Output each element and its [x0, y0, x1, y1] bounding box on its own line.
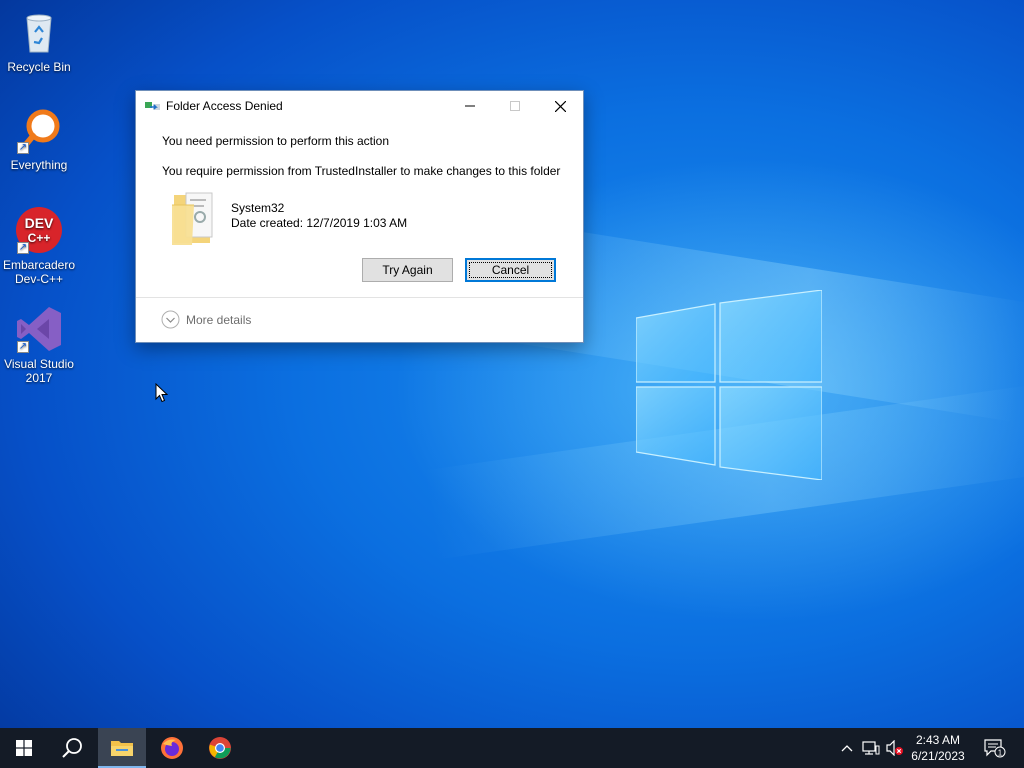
desktop: Recycle Bin ↗ Everything DEV C++ ↗ Embar… — [0, 0, 1024, 728]
desktop-icon-visual-studio[interactable]: ↗ Visual Studio 2017 — [1, 305, 77, 385]
shortcut-arrow-icon: ↗ — [17, 142, 29, 154]
folder-name: System32 — [231, 201, 285, 215]
mouse-cursor-icon — [155, 383, 168, 403]
start-icon — [16, 740, 32, 756]
desktop-icon-recycle-bin[interactable]: Recycle Bin — [1, 8, 77, 74]
desktop-icon-label: Recycle Bin — [7, 60, 71, 74]
notification-icon: 1 — [984, 739, 1006, 758]
close-button[interactable] — [537, 91, 583, 121]
firefox-icon — [161, 737, 183, 759]
maximize-button — [492, 91, 538, 121]
dialog-divider — [136, 297, 583, 298]
volume-button[interactable] — [886, 739, 904, 757]
permission-message: You need permission to perform this acti… — [162, 134, 390, 148]
search-icon — [62, 738, 82, 758]
desktop-icon-everything[interactable]: ↗ Everything — [1, 106, 77, 172]
action-center-button[interactable]: 1 — [983, 739, 1007, 758]
taskbar-clock[interactable]: 2:43 AM 6/21/2023 — [905, 732, 971, 764]
chrome-icon — [209, 737, 231, 759]
taskbar-firefox[interactable] — [148, 728, 196, 768]
desktop-icon-label: Embarcadero — [2, 258, 76, 272]
minimize-button[interactable] — [447, 91, 493, 121]
folder-access-denied-dialog: Folder Access Denied You need permission… — [135, 90, 584, 343]
taskbar-chrome[interactable] — [196, 728, 244, 768]
more-details-label: More details — [186, 312, 252, 327]
recycle-bin-icon — [26, 14, 52, 53]
shortcut-arrow-icon: ↗ — [17, 341, 29, 353]
network-button[interactable] — [862, 739, 880, 757]
minimize-icon — [465, 105, 475, 107]
clock-date: 6/21/2023 — [911, 749, 965, 763]
close-icon — [554, 100, 566, 112]
devcpp-logo-text: C++ — [28, 231, 51, 245]
dialog-title: Folder Access Denied — [166, 99, 283, 113]
devcpp-logo-text: DEV — [25, 215, 54, 231]
taskbar-file-explorer[interactable] — [98, 728, 146, 768]
taskbar: 2:43 AM 6/21/2023 1 — [0, 728, 1024, 768]
chevron-down-icon — [161, 310, 180, 329]
desktop-icon-label: Visual Studio — [4, 357, 74, 371]
show-hidden-icons-button[interactable] — [838, 739, 856, 757]
try-again-button[interactable]: Try Again — [362, 258, 453, 282]
maximize-icon — [510, 101, 520, 111]
folder-move-icon — [145, 102, 160, 110]
desktop-icon-label: Everything — [10, 158, 68, 172]
more-details-toggle[interactable]: More details — [161, 310, 251, 329]
windows-logo-wallpaper — [636, 290, 822, 480]
cancel-button[interactable]: Cancel — [465, 258, 556, 282]
file-explorer-icon — [111, 741, 133, 756]
shortcut-arrow-icon: ↗ — [17, 242, 29, 254]
permission-detail: You require permission from TrustedInsta… — [162, 164, 561, 178]
clock-time: 2:43 AM — [915, 733, 961, 747]
folder-icon — [172, 192, 213, 245]
notification-count: 1 — [998, 749, 1003, 758]
desktop-icon-label: 2017 — [25, 371, 53, 385]
search-button[interactable] — [48, 728, 96, 768]
desktop-icon-label: Dev-C++ — [14, 272, 64, 286]
focus-rectangle — [469, 262, 552, 278]
network-icon — [862, 741, 880, 755]
chevron-up-icon — [841, 745, 853, 752]
volume-muted-icon — [886, 740, 903, 756]
desktop-icon-devcpp[interactable]: DEV C++ ↗ Embarcadero Dev-C++ — [1, 206, 77, 286]
folder-date-created: Date created: 12/7/2019 1:03 AM — [231, 216, 408, 230]
start-button[interactable] — [0, 728, 48, 768]
dialog-titlebar[interactable]: Folder Access Denied — [136, 91, 583, 121]
